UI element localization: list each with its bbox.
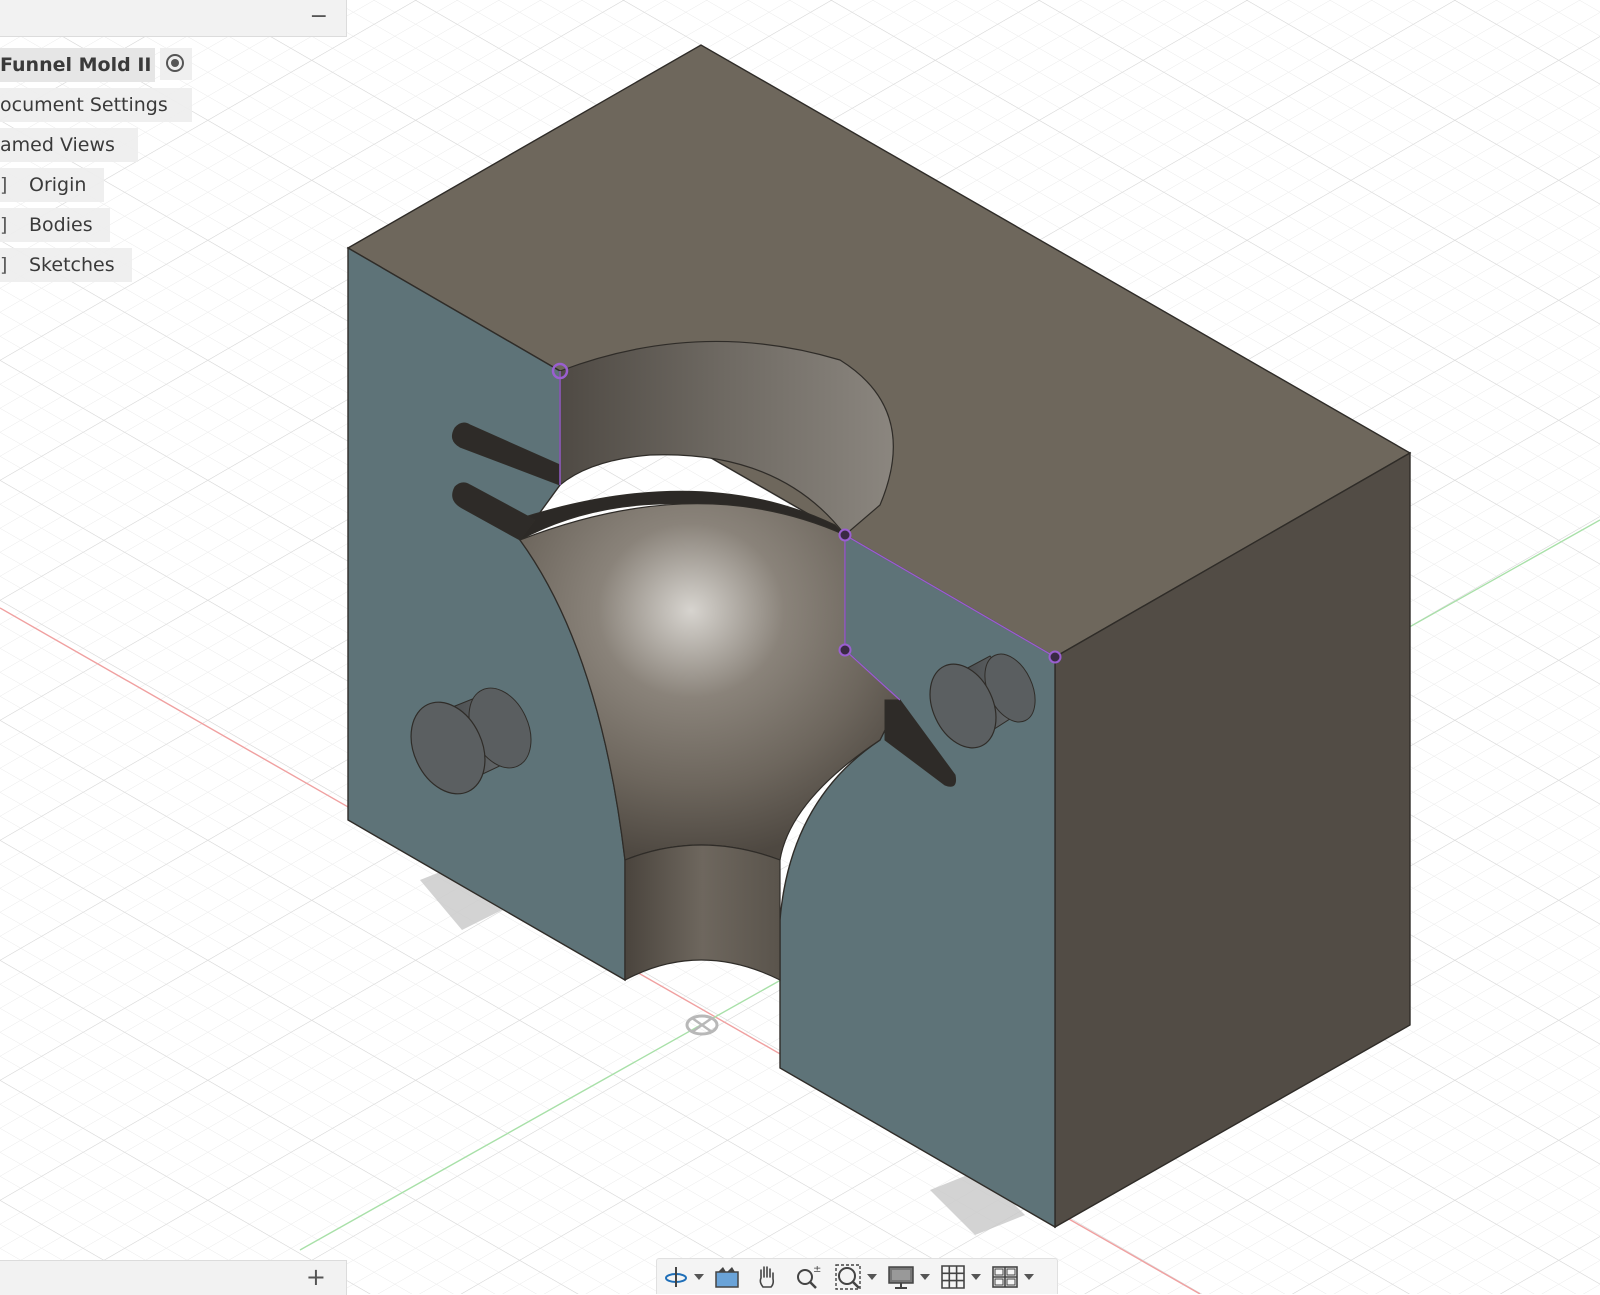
activate-radio-button[interactable] [160, 48, 192, 80]
tree-item-sketches[interactable]: ] Sketches [0, 248, 132, 282]
svg-text:±: ± [813, 1264, 821, 1275]
comments-bar: + [0, 1260, 347, 1295]
zoom-icon[interactable]: ± [794, 1262, 822, 1292]
3d-viewport[interactable] [0, 0, 1600, 1294]
expand-toggle[interactable]: ] [0, 248, 22, 282]
tree-item-label: amed Views [0, 134, 115, 156]
document-root[interactable]: Funnel Mold II [0, 48, 155, 82]
grid-settings-icon[interactable] [940, 1262, 966, 1292]
radio-dot-icon [171, 59, 179, 67]
orbit-icon[interactable] [663, 1262, 689, 1292]
collapse-button[interactable]: − [310, 6, 328, 28]
tree-item-label: Sketches [29, 254, 115, 276]
chevron-down-icon[interactable] [971, 1272, 981, 1282]
chevron-down-icon[interactable] [867, 1272, 877, 1282]
look-at-icon[interactable] [714, 1262, 740, 1292]
sketch-point[interactable] [838, 528, 852, 542]
display-settings-icon[interactable] [887, 1262, 915, 1292]
sketch-point[interactable] [1048, 650, 1062, 664]
sketch-point[interactable] [838, 643, 852, 657]
expand-toggle[interactable]: ] [0, 168, 22, 202]
fit-icon[interactable] [834, 1262, 862, 1292]
chevron-down-icon[interactable] [1024, 1272, 1034, 1282]
tree-item-origin[interactable]: ] Origin [0, 168, 104, 202]
tree-item-label: Bodies [29, 214, 93, 236]
chevron-down-icon[interactable] [920, 1272, 930, 1282]
expand-toggle[interactable]: ] [0, 208, 22, 242]
chevron-down-icon[interactable] [694, 1272, 704, 1282]
tree-item-document-settings[interactable]: ocument Settings [0, 88, 192, 122]
pan-icon[interactable] [754, 1262, 780, 1292]
document-name: Funnel Mold II [0, 54, 152, 76]
tree-item-label: ocument Settings [0, 94, 168, 116]
tree-item-named-views[interactable]: amed Views [0, 128, 138, 162]
funnel-neck [624, 844, 781, 981]
tree-item-label: Origin [29, 174, 87, 196]
browser-header: − [0, 0, 347, 37]
add-comment-button[interactable]: + [306, 1263, 326, 1291]
navigation-toolbar: ± [656, 1258, 1058, 1294]
tree-item-bodies[interactable]: ] Bodies [0, 208, 110, 242]
viewports-icon[interactable] [991, 1262, 1019, 1292]
